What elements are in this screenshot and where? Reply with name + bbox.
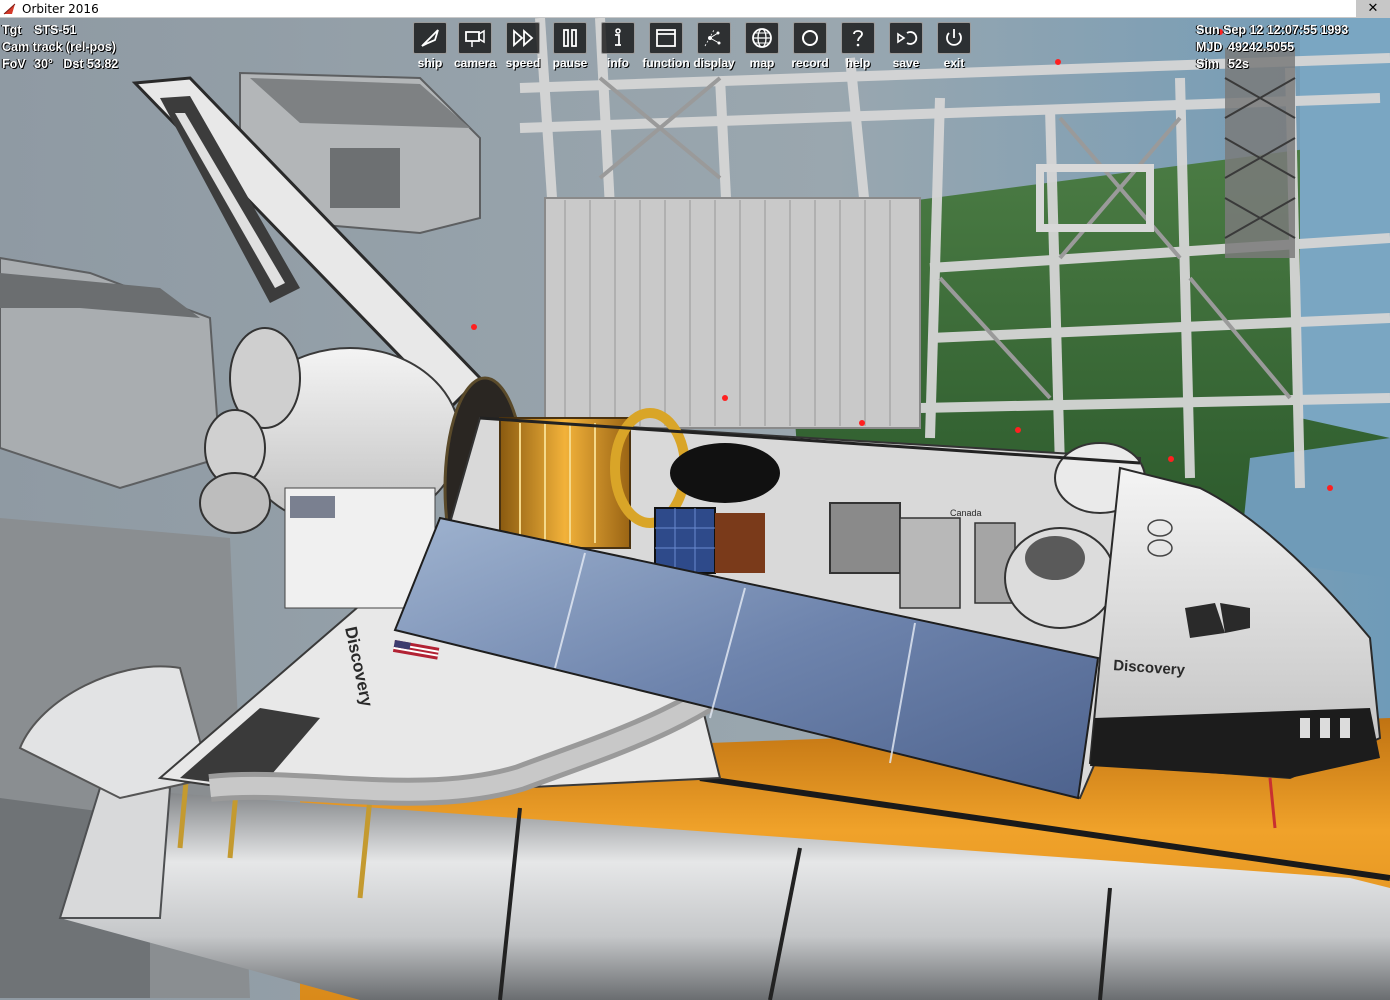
fast-forward-icon xyxy=(506,22,540,54)
power-icon xyxy=(937,22,971,54)
toolbar-record-label: record xyxy=(791,56,829,70)
save-icon xyxy=(889,22,923,54)
toolbar-save-label: save xyxy=(892,56,920,70)
toolbar-function-label: function xyxy=(642,56,690,70)
toolbar-camera-label: camera xyxy=(453,56,497,70)
hud-cam-mode-row: Cam track (rel-pos) xyxy=(2,39,118,56)
toolbar-camera-button[interactable]: camera xyxy=(450,22,500,74)
help-icon xyxy=(841,22,875,54)
hud-mjd-value: 49242.5055 xyxy=(1228,40,1295,54)
pause-icon xyxy=(553,22,587,54)
hud-time-info: Sun Sep 12 12:07:55 1993 MJD 49242.5055 … xyxy=(1196,22,1348,73)
hud-target-row: Tgt STS-51 xyxy=(2,22,118,39)
toolbar-display-button[interactable]: display xyxy=(690,22,738,74)
hud-fov-row: FoV 30° Dst 53.82 xyxy=(2,56,118,73)
globe-icon xyxy=(745,22,779,54)
main-toolbar: ship camera speed pause info function di… xyxy=(410,22,978,74)
toolbar-pause-button[interactable]: pause xyxy=(546,22,594,74)
toolbar-map-label: map xyxy=(749,56,775,70)
hud-sim-value: 52s xyxy=(1228,57,1249,71)
camera-icon xyxy=(458,22,492,54)
hud-mjd-key: MJD xyxy=(1196,40,1223,54)
simulation-viewport[interactable]: Discovery Discovery Canada xyxy=(0,18,1390,1000)
hud-target-value: STS-51 xyxy=(34,23,77,37)
hud-fov-value: 30° Dst 53.82 xyxy=(34,57,119,71)
toolbar-speed-button[interactable]: speed xyxy=(500,22,546,74)
record-icon xyxy=(793,22,827,54)
hud-sim-row: Sim 52s xyxy=(1196,56,1348,73)
toolbar-info-label: info xyxy=(607,56,629,70)
toolbar-map-button[interactable]: map xyxy=(738,22,786,74)
close-window-button[interactable]: ✕ xyxy=(1356,0,1390,18)
toolbar-ship-button[interactable]: ship xyxy=(410,22,450,74)
hud-date-row: Sun Sep 12 12:07:55 1993 xyxy=(1196,22,1348,39)
orbiter-app-icon xyxy=(3,3,16,14)
info-icon xyxy=(601,22,635,54)
toolbar-exit-button[interactable]: exit xyxy=(930,22,978,74)
hud-cam-mode: Cam track (rel-pos) xyxy=(2,40,116,54)
toolbar-speed-label: speed xyxy=(505,56,541,70)
hud-target-key: Tgt xyxy=(2,23,22,37)
window-icon xyxy=(649,22,683,54)
hud-sim-key: Sim xyxy=(1196,57,1219,71)
hud-date: Sun Sep 12 12:07:55 1993 xyxy=(1196,23,1349,37)
ship-icon xyxy=(413,22,447,54)
hud-fov-key: FoV xyxy=(2,57,26,71)
toolbar-pause-label: pause xyxy=(552,56,588,70)
toolbar-record-button[interactable]: record xyxy=(786,22,834,74)
toolbar-exit-label: exit xyxy=(943,56,965,70)
toolbar-ship-label: ship xyxy=(417,56,443,70)
toolbar-help-button[interactable]: help xyxy=(834,22,882,74)
scene-render: Discovery Discovery Canada xyxy=(0,18,1390,1000)
toolbar-info-button[interactable]: info xyxy=(594,22,642,74)
toolbar-function-button[interactable]: function xyxy=(642,22,690,74)
window-titlebar[interactable]: Orbiter 2016 ✕ xyxy=(0,0,1390,18)
hud-mjd-row: MJD 49242.5055 xyxy=(1196,39,1348,56)
display-icon xyxy=(697,22,731,54)
hud-camera-info: Tgt STS-51 Cam track (rel-pos) FoV 30° D… xyxy=(2,22,118,73)
toolbar-save-button[interactable]: save xyxy=(882,22,930,74)
window-title: Orbiter 2016 xyxy=(22,1,99,16)
toolbar-display-label: display xyxy=(693,56,735,70)
bay-canada-label: Canada xyxy=(950,508,982,518)
toolbar-help-label: help xyxy=(845,56,871,70)
